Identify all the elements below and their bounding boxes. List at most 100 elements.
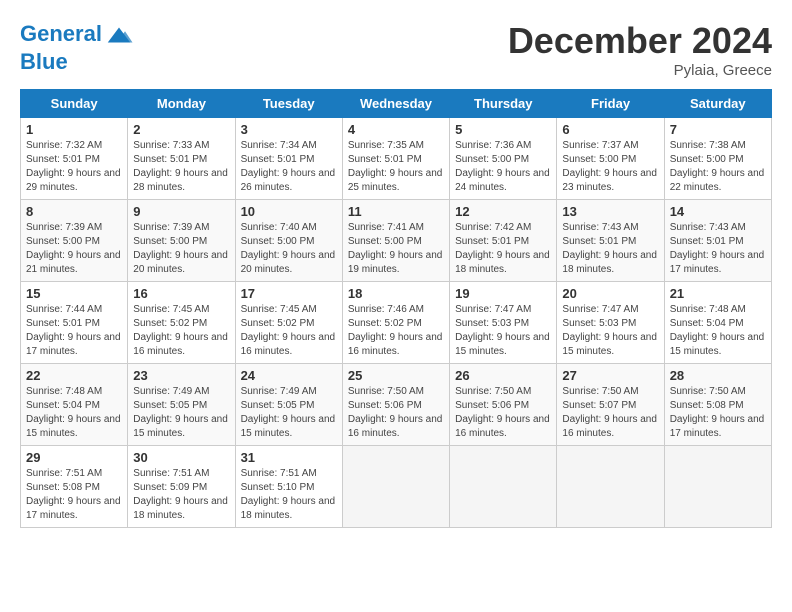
- day-number: 3: [241, 122, 337, 137]
- day-info: Sunrise: 7:42 AMSunset: 5:01 PMDaylight:…: [455, 221, 551, 277]
- calendar-cell: 9 Sunrise: 7:39 AMSunset: 5:00 PMDayligh…: [128, 200, 235, 282]
- day-info: Sunrise: 7:50 AMSunset: 5:08 PMDaylight:…: [670, 385, 766, 441]
- day-info: Sunrise: 7:49 AMSunset: 5:05 PMDaylight:…: [133, 385, 229, 441]
- calendar-cell: 17 Sunrise: 7:45 AMSunset: 5:02 PMDaylig…: [235, 282, 342, 364]
- calendar-cell: 29 Sunrise: 7:51 AMSunset: 5:08 PMDaylig…: [21, 446, 128, 528]
- day-header-saturday: Saturday: [664, 90, 771, 118]
- day-info: Sunrise: 7:39 AMSunset: 5:00 PMDaylight:…: [133, 221, 229, 277]
- logo: General Blue: [20, 20, 134, 74]
- day-header-sunday: Sunday: [21, 90, 128, 118]
- day-number: 15: [26, 286, 122, 301]
- day-info: Sunrise: 7:43 AMSunset: 5:01 PMDaylight:…: [562, 221, 658, 277]
- day-number: 6: [562, 122, 658, 137]
- day-info: Sunrise: 7:40 AMSunset: 5:00 PMDaylight:…: [241, 221, 337, 277]
- day-headers-row: SundayMondayTuesdayWednesdayThursdayFrid…: [21, 90, 772, 118]
- week-row-4: 22 Sunrise: 7:48 AMSunset: 5:04 PMDaylig…: [21, 364, 772, 446]
- month-title: December 2024: [508, 20, 772, 62]
- day-info: Sunrise: 7:47 AMSunset: 5:03 PMDaylight:…: [562, 303, 658, 359]
- day-info: Sunrise: 7:50 AMSunset: 5:07 PMDaylight:…: [562, 385, 658, 441]
- location: Pylaia, Greece: [508, 62, 772, 79]
- calendar-cell: 18 Sunrise: 7:46 AMSunset: 5:02 PMDaylig…: [342, 282, 449, 364]
- day-header-thursday: Thursday: [450, 90, 557, 118]
- logo-icon: [104, 20, 134, 50]
- day-info: Sunrise: 7:48 AMSunset: 5:04 PMDaylight:…: [26, 385, 122, 441]
- calendar-table: SundayMondayTuesdayWednesdayThursdayFrid…: [20, 89, 772, 528]
- calendar-cell: 14 Sunrise: 7:43 AMSunset: 5:01 PMDaylig…: [664, 200, 771, 282]
- day-number: 10: [241, 204, 337, 219]
- day-info: Sunrise: 7:32 AMSunset: 5:01 PMDaylight:…: [26, 139, 122, 195]
- day-number: 26: [455, 368, 551, 383]
- calendar-cell: 15 Sunrise: 7:44 AMSunset: 5:01 PMDaylig…: [21, 282, 128, 364]
- day-number: 13: [562, 204, 658, 219]
- day-info: Sunrise: 7:45 AMSunset: 5:02 PMDaylight:…: [241, 303, 337, 359]
- day-number: 19: [455, 286, 551, 301]
- day-number: 28: [670, 368, 766, 383]
- calendar-cell: 13 Sunrise: 7:43 AMSunset: 5:01 PMDaylig…: [557, 200, 664, 282]
- day-info: Sunrise: 7:43 AMSunset: 5:01 PMDaylight:…: [670, 221, 766, 277]
- day-number: 18: [348, 286, 444, 301]
- calendar-cell: 24 Sunrise: 7:49 AMSunset: 5:05 PMDaylig…: [235, 364, 342, 446]
- calendar-cell: 7 Sunrise: 7:38 AMSunset: 5:00 PMDayligh…: [664, 118, 771, 200]
- day-info: Sunrise: 7:38 AMSunset: 5:00 PMDaylight:…: [670, 139, 766, 195]
- day-number: 9: [133, 204, 229, 219]
- day-number: 29: [26, 450, 122, 465]
- day-header-friday: Friday: [557, 90, 664, 118]
- day-info: Sunrise: 7:41 AMSunset: 5:00 PMDaylight:…: [348, 221, 444, 277]
- day-number: 31: [241, 450, 337, 465]
- day-number: 30: [133, 450, 229, 465]
- calendar-cell: 10 Sunrise: 7:40 AMSunset: 5:00 PMDaylig…: [235, 200, 342, 282]
- day-info: Sunrise: 7:47 AMSunset: 5:03 PMDaylight:…: [455, 303, 551, 359]
- day-number: 7: [670, 122, 766, 137]
- calendar-cell: 26 Sunrise: 7:50 AMSunset: 5:06 PMDaylig…: [450, 364, 557, 446]
- calendar-cell: 21 Sunrise: 7:48 AMSunset: 5:04 PMDaylig…: [664, 282, 771, 364]
- calendar-cell: 11 Sunrise: 7:41 AMSunset: 5:00 PMDaylig…: [342, 200, 449, 282]
- calendar-cell: [557, 446, 664, 528]
- day-number: 23: [133, 368, 229, 383]
- day-number: 16: [133, 286, 229, 301]
- day-info: Sunrise: 7:50 AMSunset: 5:06 PMDaylight:…: [348, 385, 444, 441]
- week-row-3: 15 Sunrise: 7:44 AMSunset: 5:01 PMDaylig…: [21, 282, 772, 364]
- calendar-cell: [664, 446, 771, 528]
- day-number: 25: [348, 368, 444, 383]
- calendar-cell: 31 Sunrise: 7:51 AMSunset: 5:10 PMDaylig…: [235, 446, 342, 528]
- day-info: Sunrise: 7:44 AMSunset: 5:01 PMDaylight:…: [26, 303, 122, 359]
- day-number: 8: [26, 204, 122, 219]
- day-number: 12: [455, 204, 551, 219]
- calendar-cell: 3 Sunrise: 7:34 AMSunset: 5:01 PMDayligh…: [235, 118, 342, 200]
- calendar-cell: 4 Sunrise: 7:35 AMSunset: 5:01 PMDayligh…: [342, 118, 449, 200]
- day-info: Sunrise: 7:46 AMSunset: 5:02 PMDaylight:…: [348, 303, 444, 359]
- calendar-cell: 1 Sunrise: 7:32 AMSunset: 5:01 PMDayligh…: [21, 118, 128, 200]
- day-number: 4: [348, 122, 444, 137]
- day-number: 21: [670, 286, 766, 301]
- day-number: 22: [26, 368, 122, 383]
- day-info: Sunrise: 7:37 AMSunset: 5:00 PMDaylight:…: [562, 139, 658, 195]
- calendar-cell: 16 Sunrise: 7:45 AMSunset: 5:02 PMDaylig…: [128, 282, 235, 364]
- calendar-cell: 19 Sunrise: 7:47 AMSunset: 5:03 PMDaylig…: [450, 282, 557, 364]
- calendar-cell: 30 Sunrise: 7:51 AMSunset: 5:09 PMDaylig…: [128, 446, 235, 528]
- day-header-monday: Monday: [128, 90, 235, 118]
- day-info: Sunrise: 7:51 AMSunset: 5:10 PMDaylight:…: [241, 467, 337, 523]
- day-info: Sunrise: 7:34 AMSunset: 5:01 PMDaylight:…: [241, 139, 337, 195]
- day-info: Sunrise: 7:35 AMSunset: 5:01 PMDaylight:…: [348, 139, 444, 195]
- calendar-cell: 28 Sunrise: 7:50 AMSunset: 5:08 PMDaylig…: [664, 364, 771, 446]
- day-info: Sunrise: 7:50 AMSunset: 5:06 PMDaylight:…: [455, 385, 551, 441]
- day-number: 5: [455, 122, 551, 137]
- calendar-cell: 6 Sunrise: 7:37 AMSunset: 5:00 PMDayligh…: [557, 118, 664, 200]
- day-number: 11: [348, 204, 444, 219]
- day-number: 17: [241, 286, 337, 301]
- calendar-cell: 5 Sunrise: 7:36 AMSunset: 5:00 PMDayligh…: [450, 118, 557, 200]
- calendar-cell: 12 Sunrise: 7:42 AMSunset: 5:01 PMDaylig…: [450, 200, 557, 282]
- week-row-1: 1 Sunrise: 7:32 AMSunset: 5:01 PMDayligh…: [21, 118, 772, 200]
- logo-text: General: [20, 20, 134, 50]
- day-info: Sunrise: 7:39 AMSunset: 5:00 PMDaylight:…: [26, 221, 122, 277]
- day-info: Sunrise: 7:33 AMSunset: 5:01 PMDaylight:…: [133, 139, 229, 195]
- calendar-cell: 2 Sunrise: 7:33 AMSunset: 5:01 PMDayligh…: [128, 118, 235, 200]
- calendar-cell: [342, 446, 449, 528]
- logo-text-blue: Blue: [20, 50, 134, 74]
- day-info: Sunrise: 7:51 AMSunset: 5:09 PMDaylight:…: [133, 467, 229, 523]
- calendar-cell: 25 Sunrise: 7:50 AMSunset: 5:06 PMDaylig…: [342, 364, 449, 446]
- day-number: 14: [670, 204, 766, 219]
- day-number: 20: [562, 286, 658, 301]
- day-info: Sunrise: 7:45 AMSunset: 5:02 PMDaylight:…: [133, 303, 229, 359]
- day-number: 1: [26, 122, 122, 137]
